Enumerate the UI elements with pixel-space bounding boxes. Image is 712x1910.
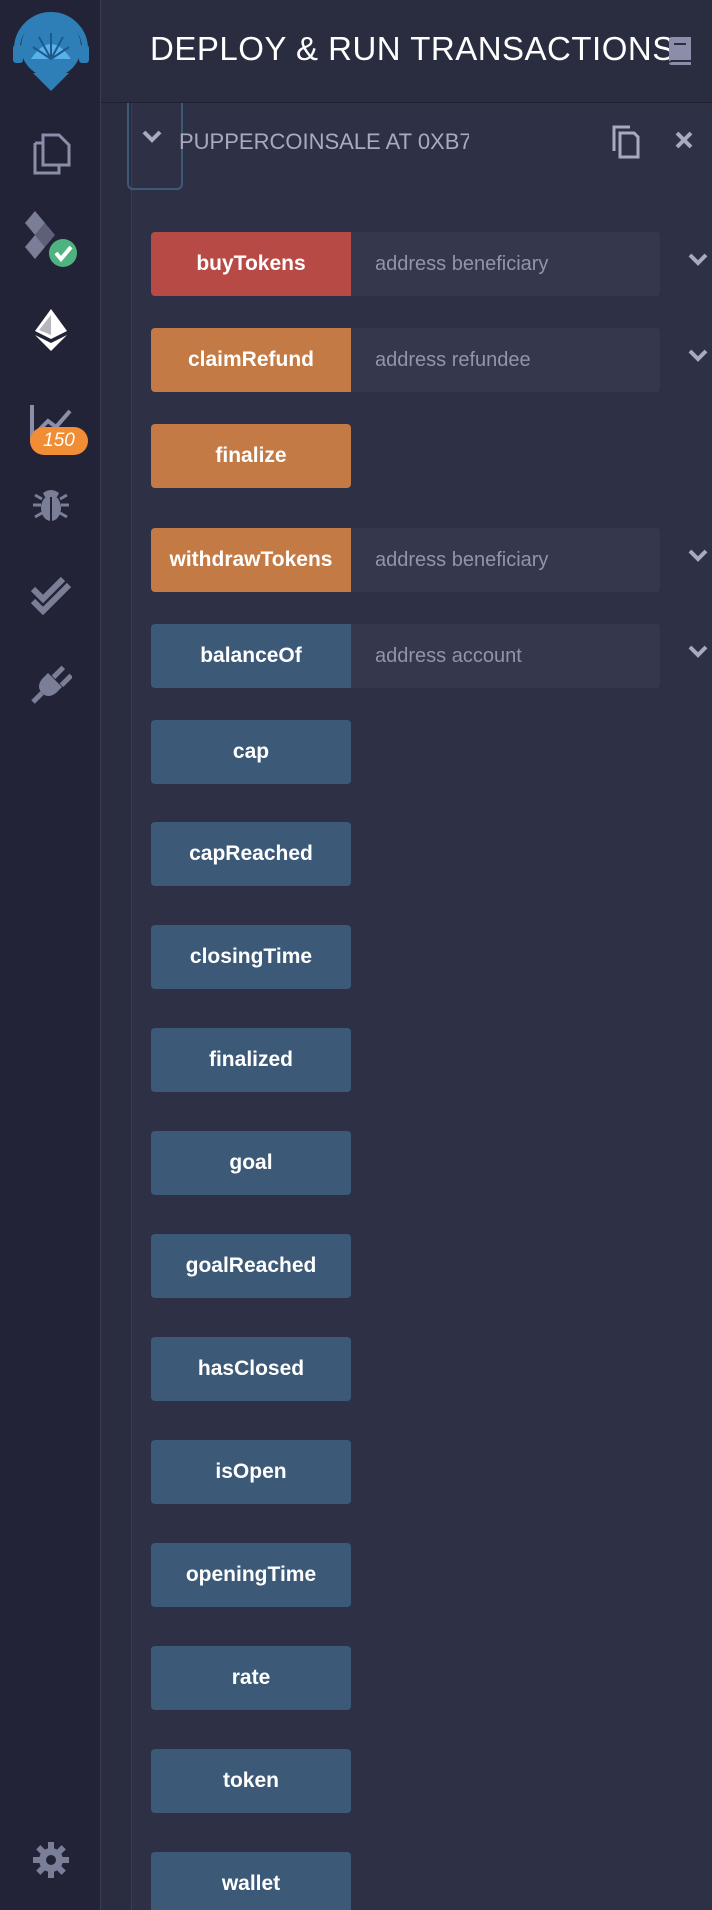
function-row-balanceOf: balanceOf xyxy=(151,624,708,688)
balanceOf-input[interactable] xyxy=(351,624,660,688)
hasClosed-button[interactable]: hasClosed xyxy=(151,1337,351,1401)
wallet-button[interactable]: wallet xyxy=(151,1852,351,1910)
bug-icon[interactable] xyxy=(0,470,101,540)
analysis-badge: 150 xyxy=(30,427,88,455)
function-row-capReached: capReached xyxy=(151,822,681,886)
chevron-down-icon[interactable] xyxy=(687,644,709,660)
panel-header: DEPLOY & RUN TRANSACTIONS xyxy=(101,0,712,103)
function-row-rate: rate xyxy=(151,1646,681,1710)
isOpen-button[interactable]: isOpen xyxy=(151,1440,351,1504)
chevron-down-icon xyxy=(142,130,162,143)
function-row-wallet: wallet xyxy=(151,1852,681,1910)
token-button[interactable]: token xyxy=(151,1749,351,1813)
function-row-openingTime: openingTime xyxy=(151,1543,681,1607)
book-icon[interactable] xyxy=(667,36,693,71)
withdrawTokens-button[interactable]: withdrawTokens xyxy=(151,528,351,592)
function-row-cap: cap xyxy=(151,720,681,784)
expand-toggle[interactable] xyxy=(127,103,183,190)
rate-button[interactable]: rate xyxy=(151,1646,351,1710)
remix-logo-icon[interactable] xyxy=(0,6,101,96)
chevron-down-icon[interactable] xyxy=(687,252,709,268)
panel-title: DEPLOY & RUN TRANSACTIONS xyxy=(150,30,675,67)
function-row-goal: goal xyxy=(151,1131,681,1195)
cap-button[interactable]: cap xyxy=(151,720,351,784)
double-check-icon[interactable] xyxy=(0,560,101,630)
buyTokens-input[interactable] xyxy=(351,232,660,296)
claimRefund-button[interactable]: claimRefund xyxy=(151,328,351,392)
chevron-down-icon[interactable] xyxy=(687,348,709,364)
contract-instance-name: PUPPERCOINSALE AT 0XB74...1E321 (E xyxy=(179,129,469,154)
function-row-withdrawTokens: withdrawTokens xyxy=(151,528,708,592)
close-icon[interactable] xyxy=(675,131,693,154)
function-row-token: token xyxy=(151,1749,681,1813)
function-row-buyTokens: buyTokens xyxy=(151,232,708,296)
function-row-finalized: finalized xyxy=(151,1028,681,1092)
claimRefund-input[interactable] xyxy=(351,328,660,392)
withdrawTokens-input[interactable] xyxy=(351,528,660,592)
goal-button[interactable]: goal xyxy=(151,1131,351,1195)
contract-instance-header: PUPPERCOINSALE AT 0XB74...1E321 (E xyxy=(127,103,712,190)
goalReached-button[interactable]: goalReached xyxy=(151,1234,351,1298)
icon-panel: 150 xyxy=(0,0,101,1910)
buyTokens-button[interactable]: buyTokens xyxy=(151,232,351,296)
ethereum-icon[interactable] xyxy=(0,292,101,368)
copy-icon[interactable] xyxy=(610,125,640,164)
function-row-finalize: finalize xyxy=(151,424,681,488)
deployed-contract-panel: PUPPERCOINSALE AT 0XB74...1E321 (E buyTo… xyxy=(127,103,712,1910)
openingTime-button[interactable]: openingTime xyxy=(151,1543,351,1607)
function-row-closingTime: closingTime xyxy=(151,925,681,989)
balanceOf-button[interactable]: balanceOf xyxy=(151,624,351,688)
file-explorer-icon[interactable] xyxy=(0,118,101,188)
function-row-hasClosed: hasClosed xyxy=(151,1337,681,1401)
function-row-claimRefund: claimRefund xyxy=(151,328,708,392)
chevron-down-icon[interactable] xyxy=(687,548,709,564)
plug-icon[interactable] xyxy=(0,648,101,720)
closingTime-button[interactable]: closingTime xyxy=(151,925,351,989)
function-row-goalReached: goalReached xyxy=(151,1234,681,1298)
capReached-button[interactable]: capReached xyxy=(151,822,351,886)
side-panel: DEPLOY & RUN TRANSACTIONS PUPPERCOINSALE… xyxy=(101,0,712,1910)
function-row-isOpen: isOpen xyxy=(151,1440,681,1504)
gear-icon[interactable] xyxy=(0,1830,101,1890)
finalized-button[interactable]: finalized xyxy=(151,1028,351,1092)
finalize-button[interactable]: finalize xyxy=(151,424,351,488)
solidity-compiler-icon[interactable] xyxy=(0,202,101,282)
